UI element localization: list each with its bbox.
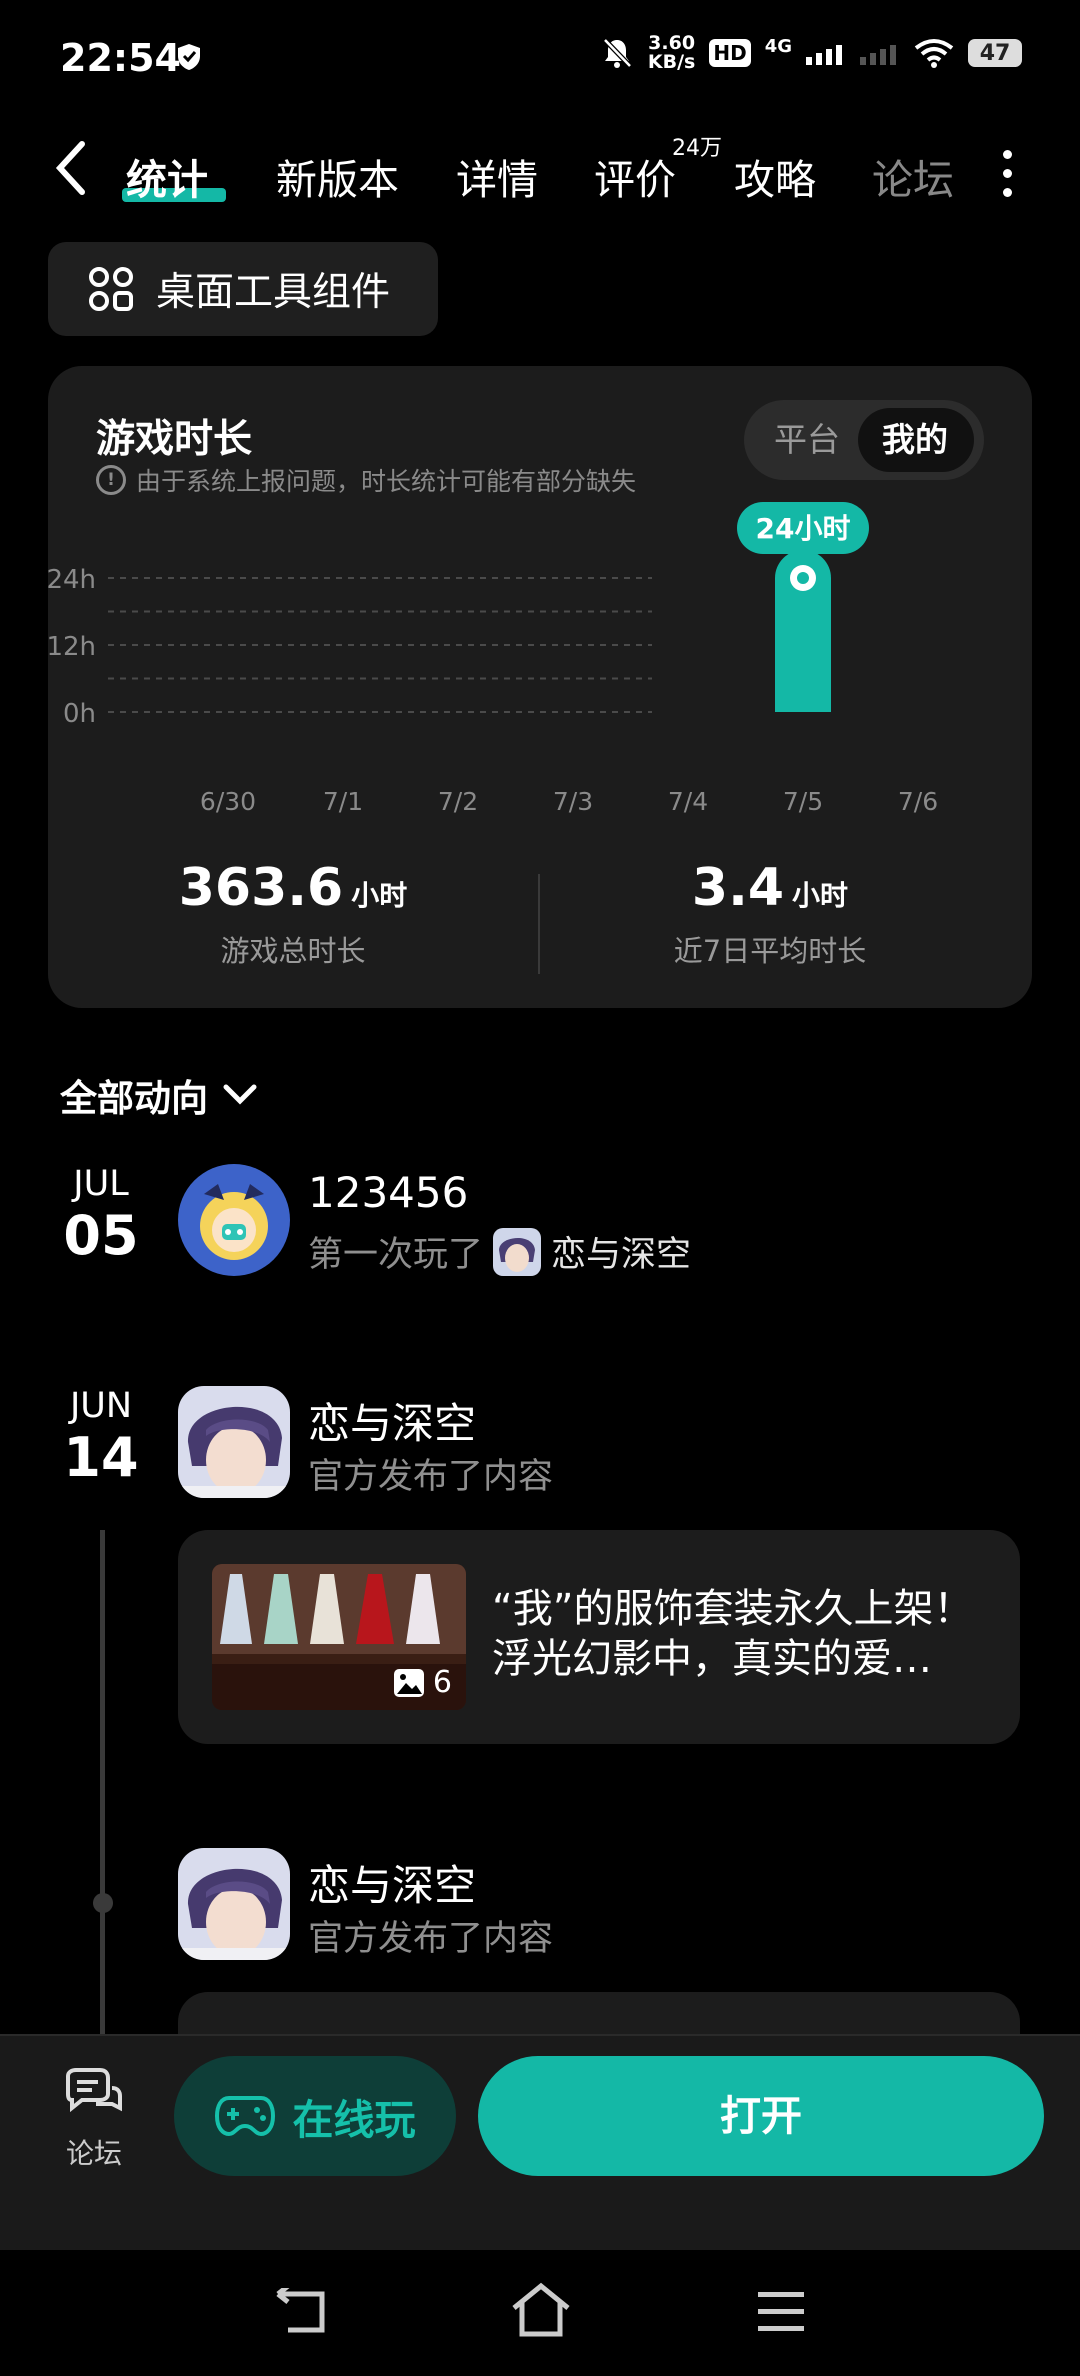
widgets-icon	[89, 267, 133, 311]
tab-stats[interactable]: 统计	[126, 146, 208, 206]
game-avatar[interactable]	[178, 1848, 290, 1960]
reviews-count-badge: 24万	[672, 136, 722, 161]
network-type: 4G	[764, 35, 792, 57]
feed-publisher-name[interactable]: 恋与深空	[308, 1390, 476, 1451]
toggle-mine[interactable]: 我的	[882, 400, 948, 480]
timeline-dot	[93, 1893, 113, 1913]
feed-first-play: 第一次玩了 恋与深空	[308, 1226, 691, 1277]
status-icons: 3.60 KB/s HD 4G 47	[600, 34, 1022, 72]
game-avatar[interactable]	[178, 1386, 290, 1498]
mute-bell-icon	[603, 38, 632, 68]
post-thumbnail[interactable]: 6	[212, 1564, 466, 1710]
tab-reviews[interactable]: 评价	[594, 146, 676, 206]
feed-date-jul05: JUL 05	[56, 1164, 146, 1267]
back-arrow-icon	[276, 2284, 325, 2333]
open-button[interactable]: 打开	[478, 2056, 1044, 2176]
desktop-widget-label: 桌面工具组件	[156, 270, 391, 315]
nav-back-button[interactable]	[272, 2284, 328, 2340]
x-tick-label: 7/3	[553, 787, 593, 816]
total-playtime: 363.6 小时 游戏总时长	[48, 858, 538, 970]
home-icon	[512, 2282, 570, 2337]
activity-filter-dropdown[interactable]: 全部动向	[60, 1068, 258, 1122]
x-tick-label: 7/2	[438, 787, 478, 816]
tab-guides[interactable]: 攻略	[734, 146, 816, 206]
back-button[interactable]	[52, 140, 96, 196]
play-online-label: 在线玩	[292, 2096, 416, 2144]
avg-playtime-label: 近7日平均时长	[673, 934, 867, 968]
feed-date-month: JUN	[69, 1386, 133, 1426]
total-playtime-unit: 小时	[351, 879, 408, 912]
x-tick-label: 6/30	[200, 787, 256, 816]
tab-new-version[interactable]: 新版本	[276, 146, 399, 206]
post-text[interactable]: “我”的服饰套装永久上架！浮光幻影中，真实的爱…	[492, 1584, 996, 1684]
chat-bubbles-icon	[66, 2068, 122, 2113]
total-playtime-label: 游戏总时长	[220, 934, 366, 968]
user-avatar[interactable]	[178, 1164, 290, 1276]
y-tick-label: 12h	[48, 632, 96, 662]
x-tick-label: 7/6	[898, 787, 938, 816]
image-count-value: 6	[432, 1665, 452, 1700]
playtime-note-text: 由于系统上报问题，时长统计可能有部分缺失	[136, 467, 637, 496]
x-tick-label: 7/1	[323, 787, 363, 816]
avg-playtime-value: 3.4	[691, 858, 785, 918]
chevron-left-icon	[55, 141, 85, 195]
playtime-note: ! 由于系统上报问题，时长统计可能有部分缺失	[96, 462, 636, 498]
gamepad-icon	[214, 2096, 275, 2137]
status-time: 22:54	[60, 36, 181, 80]
signal-strong-icon	[806, 45, 842, 65]
feed-date-day: 14	[63, 1426, 139, 1489]
scope-toggle: 平台 我的	[744, 400, 984, 480]
total-playtime-value: 363.6	[178, 858, 344, 918]
feed-date-month: JUL	[73, 1164, 129, 1204]
wifi-icon	[914, 39, 954, 68]
feed-date-jun14: JUN 14	[56, 1386, 146, 1489]
feed-action: 第一次玩了	[308, 1235, 484, 1275]
tab-details[interactable]: 详情	[456, 146, 538, 206]
bar-marker-center	[797, 572, 809, 584]
y-tick-label: 0h	[63, 699, 96, 729]
feed-action: 官方发布了内容	[308, 1457, 554, 1497]
nav-home-button[interactable]	[510, 2282, 572, 2342]
play-online-button[interactable]: 在线玩	[174, 2056, 456, 2176]
menu-icon	[758, 2292, 804, 2331]
y-tick-label: 24h	[48, 565, 96, 595]
battery-indicator: 47	[968, 39, 1022, 67]
activity-filter-label: 全部动向	[60, 1077, 208, 1120]
forum-label[interactable]: 论坛	[66, 2132, 122, 2172]
net-speed: 3.60 KB/s	[647, 32, 696, 73]
feed-date-day: 05	[63, 1204, 139, 1267]
hd-icon: HD	[709, 39, 751, 67]
feed-user-name[interactable]: 123456	[308, 1168, 468, 1217]
avg-playtime: 3.4 小时 近7日平均时长	[540, 858, 1000, 970]
more-menu-button[interactable]	[1000, 150, 1014, 207]
timeline-line	[100, 1530, 105, 2040]
nav-recents-button[interactable]	[756, 2290, 806, 2338]
avg-playtime-unit: 小时	[792, 879, 849, 912]
feed-publisher-name[interactable]: 恋与深空	[308, 1852, 476, 1913]
value-tooltip-label: 24小时	[756, 512, 851, 545]
x-tick-label: 7/5	[783, 787, 823, 816]
playtime-title: 游戏时长	[96, 417, 253, 462]
forum-button[interactable]	[62, 2068, 124, 2126]
toggle-platform[interactable]: 平台	[774, 400, 840, 480]
info-icon: !	[96, 465, 126, 495]
game-icon	[493, 1227, 542, 1276]
shield-icon	[176, 42, 202, 76]
x-tick-label: 7/4	[668, 787, 708, 816]
image-icon	[393, 1668, 424, 1697]
tab-forum[interactable]: 论坛	[872, 146, 954, 206]
signal-weak-icon	[860, 45, 896, 65]
image-count: 6	[393, 1665, 452, 1700]
desktop-widget-button[interactable]: 桌面工具组件	[48, 242, 438, 336]
playtime-chart: 0h 12h 24h 6/30 7/1 7/2 7/3 7/4 7/5 7/6 24小时	[48, 502, 938, 816]
chevron-down-icon	[223, 1084, 257, 1105]
feed-game-name[interactable]: 恋与深空	[551, 1226, 691, 1277]
feed-action: 官方发布了内容	[308, 1919, 554, 1959]
